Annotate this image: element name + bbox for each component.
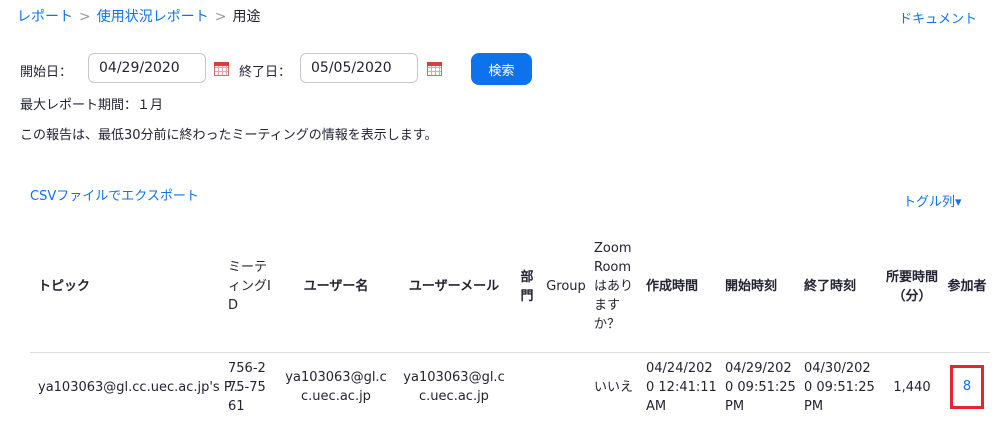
- cell-user-email: ya103063@gl.cc.uec.ac.jp: [403, 370, 505, 404]
- usage-table: トピック ミーティングID ユーザー名 ユーザーメール 部門 Group Zoo…: [30, 222, 990, 422]
- table-row: ya103063@gl.cc.uec.ac.jp's P... 756-275-…: [30, 352, 990, 422]
- header-participants[interactable]: 参加者: [944, 222, 990, 352]
- calendar-icon[interactable]: [214, 62, 229, 76]
- cell-start: 04/29/2020 09:51:25 PM: [725, 360, 796, 414]
- header-topic[interactable]: トピック: [30, 222, 225, 352]
- cell-duration: 1,440: [893, 379, 931, 395]
- participants-link[interactable]: 8: [950, 365, 984, 409]
- header-user-email[interactable]: ユーザーメール: [395, 222, 513, 352]
- cell-department: [513, 352, 541, 422]
- breadcrumb-separator: >: [79, 9, 91, 25]
- cell-meeting-id: 756-275-7561: [228, 360, 266, 414]
- end-date-input[interactable]: 05/05/2020: [300, 53, 418, 83]
- export-csv-link[interactable]: CSVファイルでエクスポート: [30, 185, 199, 204]
- report-info-text: この報告は、最低30分前に終わったミーティングの情報を表示します。: [20, 128, 438, 143]
- calendar-icon[interactable]: [427, 62, 442, 76]
- header-department[interactable]: 部門: [513, 222, 541, 352]
- header-group[interactable]: Group: [541, 222, 591, 352]
- documentation-link[interactable]: ドキュメント: [899, 8, 977, 27]
- breadcrumb-current: 用途: [232, 9, 261, 25]
- header-created[interactable]: 作成時間: [643, 222, 722, 352]
- cell-zoom-room: いいえ: [594, 379, 634, 395]
- cell-created: 04/24/2020 12:41:11 AM: [646, 360, 717, 414]
- toggle-columns-link[interactable]: トグル列▾: [903, 191, 962, 210]
- header-zoom-room[interactable]: Zoom Roomはありますか？: [591, 222, 643, 352]
- start-date-label: 開始日：: [20, 65, 73, 80]
- header-end[interactable]: 終了時刻: [801, 222, 880, 352]
- end-date-label: 終了日：: [239, 65, 292, 80]
- cell-participants: 8: [944, 352, 990, 422]
- cell-group: [541, 352, 591, 422]
- breadcrumb-separator: >: [214, 9, 227, 25]
- table-header-row: トピック ミーティングID ユーザー名 ユーザーメール 部門 Group Zoo…: [30, 222, 990, 352]
- max-report-period: 最大レポート期間：１月: [20, 98, 164, 113]
- cell-user-name: ya103063@gl.cc.uec.ac.jp: [285, 370, 387, 404]
- breadcrumb: レポート > 使用状況レポート > 用途: [17, 6, 260, 26]
- breadcrumb-usage-reports-link[interactable]: 使用状況レポート: [97, 9, 209, 25]
- header-start[interactable]: 開始時刻: [722, 222, 801, 352]
- cell-end: 04/30/2020 09:51:25 PM: [804, 360, 875, 414]
- cell-topic: ya103063@gl.cc.uec.ac.jp's P...: [38, 379, 243, 395]
- header-duration[interactable]: 所要時間（分）: [880, 222, 944, 352]
- search-button[interactable]: 検索: [471, 53, 532, 85]
- start-date-input[interactable]: 04/29/2020: [88, 53, 206, 83]
- header-user-name[interactable]: ユーザー名: [277, 222, 395, 352]
- breadcrumb-reports-link[interactable]: レポート: [17, 9, 73, 25]
- header-meeting-id[interactable]: ミーティングID: [225, 222, 277, 352]
